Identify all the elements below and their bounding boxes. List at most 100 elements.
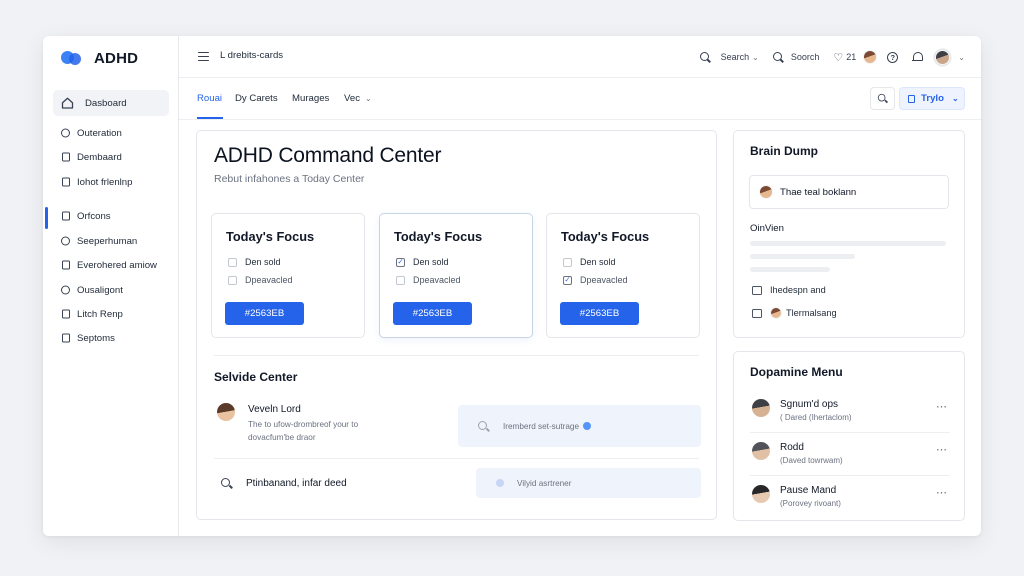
more-options-icon[interactable]: ⋯ bbox=[936, 443, 948, 456]
profile-avatar[interactable] bbox=[935, 49, 951, 65]
sidebar-item-label: Outeration bbox=[77, 127, 122, 139]
checkbox[interactable] bbox=[396, 275, 405, 285]
type-select[interactable]: Trylo ⌄ bbox=[899, 87, 965, 110]
sidebar-item-label: Litch Renp bbox=[77, 308, 123, 320]
dopamine-menu-title: Dopamine Menu bbox=[750, 365, 843, 379]
checkbox-checked[interactable]: ✓ bbox=[563, 275, 572, 285]
search-row-label: Ptinbanand, infar deed bbox=[246, 478, 347, 489]
focus-item[interactable]: Dpeavacled bbox=[396, 275, 461, 285]
focus-item-label: Dpeavacled bbox=[580, 275, 628, 285]
breadcrumb[interactable]: L drebits-cards bbox=[220, 50, 283, 61]
sidebar-item-everohered[interactable]: Everohered amiow bbox=[53, 254, 169, 276]
square-icon bbox=[60, 260, 71, 271]
suggestion-text: Iremberd set-sutrage bbox=[503, 421, 579, 431]
sidebar-item-dembaard[interactable]: Dembaard bbox=[53, 146, 169, 168]
list-item[interactable]: Pause Mand (Porovey rivoant) ⋯ bbox=[752, 483, 948, 523]
square-icon bbox=[60, 152, 71, 163]
sidebar-item-label: Dasboard bbox=[85, 97, 127, 109]
skeleton-line bbox=[750, 241, 946, 246]
more-options-icon[interactable]: ⋯ bbox=[936, 486, 948, 499]
sidebar-item-septoms[interactable]: Septoms bbox=[53, 327, 169, 349]
checkbox[interactable] bbox=[228, 275, 237, 285]
sidebar-active-indicator bbox=[45, 207, 48, 229]
tab-vec[interactable]: Vec ⌄ bbox=[344, 93, 372, 104]
more-options-icon[interactable]: ⋯ bbox=[936, 400, 948, 413]
focus-item-label: Den sold bbox=[580, 257, 616, 267]
square-icon bbox=[60, 333, 71, 344]
sidebar: ADHD Dasboard Outeration Dembaard Iohot … bbox=[43, 36, 179, 536]
sidebar-item-outeration[interactable]: Outeration bbox=[53, 122, 169, 144]
page-title: ADHD Command Center bbox=[214, 144, 442, 167]
avatar bbox=[770, 307, 782, 319]
focus-action-button[interactable]: #2563EB bbox=[560, 302, 639, 325]
chevron-down-icon: ⌄ bbox=[752, 53, 759, 62]
section-divider bbox=[214, 355, 699, 356]
focus-item[interactable]: Dpeavacled bbox=[228, 275, 293, 285]
note-icon bbox=[752, 285, 762, 295]
avatar bbox=[752, 442, 770, 460]
help-icon[interactable]: ? bbox=[887, 51, 899, 63]
tab-rouai[interactable]: Rouai bbox=[197, 93, 222, 104]
sidebar-item-dashboard[interactable]: Dasboard bbox=[53, 90, 169, 116]
checkbox-checked[interactable]: ✓ bbox=[396, 257, 405, 267]
search-icon[interactable] bbox=[699, 51, 711, 63]
menu-icon[interactable] bbox=[198, 52, 209, 61]
brand[interactable]: ADHD bbox=[61, 48, 138, 68]
row-divider bbox=[750, 432, 950, 433]
square-icon bbox=[60, 309, 71, 320]
heart-icon[interactable]: ♡ bbox=[833, 51, 843, 64]
focus-card: Today's Focus Den sold Dpeavacled #2563E… bbox=[211, 213, 365, 338]
sidebar-item-iohot[interactable]: Iohot frlenlnp bbox=[53, 171, 169, 193]
brain-dump-card: Brain Dump Thae teal boklann OinVien Ihe… bbox=[733, 130, 965, 338]
section-title: Selvide Center bbox=[214, 370, 298, 384]
chevron-down-icon[interactable]: ⌄ bbox=[958, 53, 965, 62]
sidebar-item-label: Iohot frlenlnp bbox=[77, 176, 133, 188]
document-icon bbox=[908, 94, 915, 103]
brain-dump-input[interactable]: Thae teal boklann bbox=[749, 175, 949, 209]
skeleton-line bbox=[750, 254, 855, 259]
sidebar-item-litch-renp[interactable]: Litch Renp bbox=[53, 303, 169, 325]
search-link[interactable]: Soorch bbox=[791, 52, 820, 62]
focus-item[interactable]: Den sold bbox=[228, 257, 281, 267]
focus-item-label: Den sold bbox=[245, 257, 281, 267]
focus-action-button[interactable]: #2563EB bbox=[225, 302, 304, 325]
filter-search-button[interactable] bbox=[870, 87, 895, 110]
checkbox[interactable] bbox=[228, 257, 237, 267]
sidebar-item-label: Everohered amiow bbox=[77, 259, 157, 271]
checkbox[interactable] bbox=[563, 257, 572, 267]
brain-dump-item[interactable]: Ihedespn and bbox=[752, 285, 826, 295]
user-avatar[interactable] bbox=[863, 50, 878, 64]
tab-murages[interactable]: Murages bbox=[292, 93, 329, 104]
search-dropdown[interactable]: Search ⌄ bbox=[721, 52, 759, 62]
list-item[interactable]: Sgnum'd ops ( Dared (Ihertaclom) ⋯ bbox=[752, 397, 948, 437]
skeleton-line bbox=[750, 267, 830, 272]
avatar bbox=[752, 399, 770, 417]
search-icon[interactable] bbox=[772, 51, 784, 63]
brain-dump-item[interactable]: Tlermalsang bbox=[752, 307, 837, 319]
tab-dy-carets[interactable]: Dy Carets bbox=[235, 93, 278, 104]
list-item[interactable]: Rodd (Daved towrwam) ⋯ bbox=[752, 440, 948, 480]
notification-count: 21 bbox=[846, 52, 857, 62]
focus-item[interactable]: ✓ Dpeavacled bbox=[563, 275, 628, 285]
avatar bbox=[759, 185, 773, 199]
bell-icon[interactable] bbox=[912, 51, 924, 63]
search-row[interactable]: Ptinbanand, infar deed bbox=[221, 478, 347, 489]
sidebar-item-orfcons[interactable]: Orfcons bbox=[53, 205, 169, 227]
sidebar-item-ousaligont[interactable]: Ousaligont bbox=[53, 279, 169, 301]
topbar: L drebits-cards Search ⌄ Soorch ♡ 21 ? ⌄ bbox=[179, 36, 981, 78]
focus-action-button[interactable]: #2563EB bbox=[393, 302, 472, 325]
focus-item-label: Dpeavacled bbox=[413, 275, 461, 285]
brain-dump-item-label: Ihedespn and bbox=[770, 285, 826, 295]
focus-item[interactable]: ✓ Den sold bbox=[396, 257, 449, 267]
circle-icon bbox=[60, 236, 71, 247]
secondary-input[interactable]: Vilyid asrtrener bbox=[476, 468, 701, 498]
tab-bar: Rouai Dy Carets Murages Vec ⌄ Trylo ⌄ bbox=[179, 78, 981, 120]
app-window: ADHD Dasboard Outeration Dembaard Iohot … bbox=[43, 36, 981, 536]
focus-item[interactable]: Den sold bbox=[563, 257, 616, 267]
home-icon bbox=[61, 97, 74, 110]
sidebar-item-seeperhuman[interactable]: Seeperhuman bbox=[53, 230, 169, 252]
type-select-label: Trylo bbox=[921, 93, 944, 104]
active-tab-underline bbox=[197, 117, 223, 119]
suggestion-input[interactable]: Iremberd set-sutrage bbox=[458, 405, 701, 447]
tab-vec-label: Vec bbox=[344, 93, 361, 104]
